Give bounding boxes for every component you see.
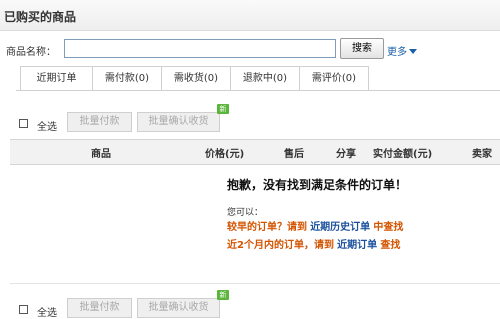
column-header-seller: 卖家 xyxy=(472,149,492,160)
empty-state-can-label: 您可以： xyxy=(227,208,264,218)
hint-older-action: 中查找 xyxy=(373,222,404,233)
empty-state-hint-recent: 近2个月内的订单，请到 近期订单 查找 xyxy=(227,236,400,251)
recent-orders-link[interactable]: 近期订单 xyxy=(337,240,377,251)
more-options-link[interactable]: 更多 xyxy=(387,43,417,58)
batch-pay-button-bottom[interactable]: 批量付款 xyxy=(67,298,132,318)
tab-refunding[interactable]: 退款中(0) xyxy=(230,66,300,90)
bottom-divider xyxy=(10,283,500,284)
empty-state-hint-older: 较早的订单？请到 近期历史订单 中查找 xyxy=(227,218,403,233)
more-label: 更多 xyxy=(387,47,407,58)
batch-confirm-receipt-button-top[interactable]: 批量确认收货 xyxy=(137,112,220,132)
select-all-label-top: 全选 xyxy=(37,122,57,133)
empty-state-title: 抱歉，没有找到满足条件的订单！ xyxy=(227,178,408,192)
select-all-label-bottom: 全选 xyxy=(37,308,57,319)
history-orders-link[interactable]: 近期历史订单 xyxy=(310,222,370,233)
hint-recent-text: 近2个月内的订单，请到 xyxy=(227,240,334,251)
column-header-price: 价格(元) xyxy=(205,149,245,160)
page-title: 已购买的商品 xyxy=(4,10,77,24)
hint-recent-action: 查找 xyxy=(380,240,401,251)
column-header-share: 分享 xyxy=(336,149,356,160)
triangle-down-icon xyxy=(409,49,417,54)
tab-recent-orders[interactable]: 近期订单 xyxy=(20,66,93,90)
column-header-after-sale: 售后 xyxy=(284,149,304,160)
search-button[interactable]: 搜索 xyxy=(340,38,384,59)
new-badge-icon: 新 xyxy=(217,290,229,300)
select-all-checkbox-bottom[interactable] xyxy=(19,305,28,314)
hint-older-text: 较早的订单？请到 xyxy=(227,222,307,233)
tab-need-review[interactable]: 需评价(0) xyxy=(299,66,369,90)
select-all-checkbox-top[interactable] xyxy=(19,119,28,128)
tab-need-payment[interactable]: 需付款(0) xyxy=(92,66,162,90)
batch-confirm-receipt-button-bottom[interactable]: 批量确认收货 xyxy=(137,298,220,318)
tab-need-receive[interactable]: 需收货(0) xyxy=(161,66,231,90)
batch-pay-button-top[interactable]: 批量付款 xyxy=(67,112,132,132)
column-header-product: 商品 xyxy=(91,149,111,160)
title-bar: 已购买的商品 xyxy=(0,0,500,31)
product-name-input[interactable] xyxy=(64,39,336,58)
new-badge-icon: 新 xyxy=(217,104,229,114)
column-header-paid-amount: 实付金额(元) xyxy=(373,149,433,160)
product-name-label: 商品名称： xyxy=(6,47,56,58)
